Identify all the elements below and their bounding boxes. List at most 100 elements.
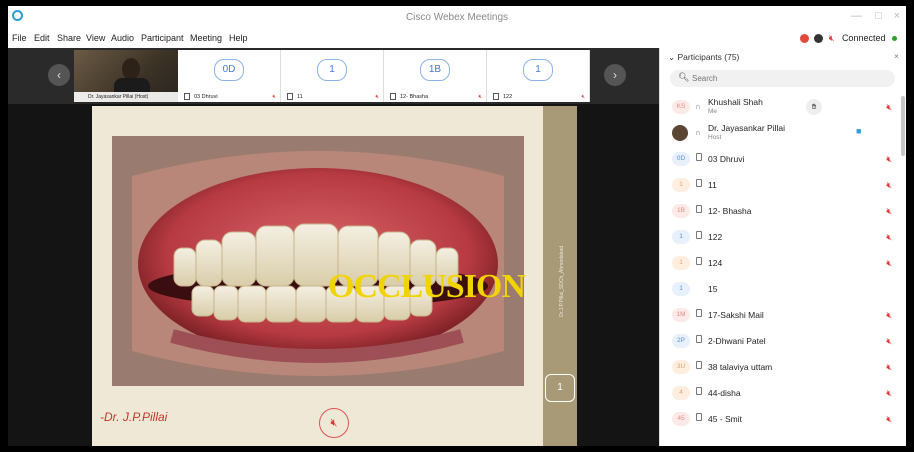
participant-photo-avatar	[672, 125, 688, 141]
mic-muted-icon: 🔇︎	[581, 94, 585, 100]
window-title: Cisco Webex Meetings	[405, 12, 509, 23]
participant-avatar: 1M	[672, 308, 690, 322]
device-icon	[696, 179, 702, 187]
raise-hand-icon[interactable]: ✋︎	[806, 99, 822, 115]
participant-row[interactable]: 1 15	[660, 276, 900, 302]
mic-muted-icon[interactable]: 🔇︎	[886, 336, 892, 347]
participant-row[interactable]: 0D 03 Dhruvi 🔇︎	[660, 146, 900, 172]
mic-muted-icon[interactable]: 🔇︎	[886, 102, 892, 113]
participant-row[interactable]: 1 122 🔇︎	[660, 224, 900, 250]
slide-author: -Dr. J.P.Pillai	[100, 410, 168, 424]
slide-title-occlusion: OCCLUSION	[328, 268, 526, 305]
participants-count-label: Participants (75)	[677, 52, 740, 62]
device-icon	[390, 93, 396, 101]
device-icon	[184, 93, 190, 101]
close-panel-icon[interactable]: ×	[894, 51, 899, 61]
mic-muted-icon[interactable]: 🔇︎	[886, 154, 892, 165]
video-tile-name: Dr. Jayasankar Pillai (Host)	[88, 94, 149, 100]
scrollbar[interactable]	[901, 96, 905, 156]
tile-caption: 11 🔇︎	[281, 92, 383, 102]
mic-muted-icon[interactable]: 🔇︎	[829, 33, 835, 43]
participant-name: 17-Sakshi Mail	[708, 310, 764, 320]
search-input[interactable]	[692, 72, 882, 84]
participant-avatar: 1	[672, 282, 690, 296]
menu-view[interactable]: View	[86, 33, 105, 43]
close-button[interactable]: ×	[894, 10, 900, 22]
participant-row[interactable]: 1M 17-Sakshi Mail 🔇︎	[660, 302, 900, 328]
participant-name: 2-Dhwani Patel	[708, 336, 766, 346]
menu-audio[interactable]: Audio	[111, 33, 134, 43]
menu-share[interactable]: Share	[57, 33, 81, 43]
participant-name: 124	[708, 258, 723, 268]
participant-row[interactable]: 1B 12- Bhasha 🔇︎	[660, 198, 900, 224]
content-stage: ‹ Dr. Jayasankar Pillai (Host) 0D 03 Dhr…	[8, 48, 659, 446]
mic-muted-icon[interactable]: 🔇︎	[886, 310, 892, 321]
search-icon: 🔍︎	[678, 72, 690, 82]
device-icon	[696, 205, 702, 213]
strip-tile[interactable]: 1B 12- Bhasha 🔇︎	[384, 50, 487, 102]
mic-muted-icon[interactable]: 🔇︎	[886, 232, 892, 243]
strip-tile[interactable]: 1 122 🔇︎	[487, 50, 590, 102]
participant-name: 38 talaviya uttam	[708, 362, 773, 372]
mic-muted-icon[interactable]: 🔇︎	[886, 388, 892, 399]
participant-row[interactable]: ∩ Dr. Jayasankar Pillai Host ■	[660, 120, 900, 146]
strip-prev-button[interactable]: ‹	[48, 64, 70, 86]
mic-muted-icon: 🔇︎	[478, 94, 482, 100]
participant-row[interactable]: 45 45 - Smit 🔇︎	[660, 406, 900, 432]
tile-avatar: 1	[523, 59, 553, 81]
mic-muted-icon[interactable]: 🔇︎	[886, 180, 892, 191]
mic-muted-icon[interactable]: 🔇︎	[886, 362, 892, 373]
strip-next-button[interactable]: ›	[604, 64, 626, 86]
mic-muted-icon[interactable]: 🔇︎	[886, 206, 892, 217]
participants-panel: ⌄ Participants (75) × 🔍︎ KS ∩ Khushali S…	[659, 48, 906, 446]
participant-row[interactable]: 4 44-disha 🔇︎	[660, 380, 900, 406]
menu-meeting[interactable]: Meeting	[190, 33, 222, 43]
participants-header: ⌄ Participants (75) ×	[660, 48, 906, 66]
tile-avatar: 0D	[214, 59, 244, 81]
participant-row[interactable]: 3U 38 talaviya uttam 🔇︎	[660, 354, 900, 380]
participant-name: 11	[708, 180, 717, 190]
device-icon	[287, 93, 293, 101]
tile-caption: 12- Bhasha 🔇︎	[384, 92, 486, 102]
menu-participant[interactable]: Participant	[141, 33, 184, 43]
mic-muted-icon[interactable]: 🔇︎	[886, 414, 892, 425]
device-icon	[696, 231, 702, 239]
participant-strip: ‹ Dr. Jayasankar Pillai (Host) 0D 03 Dhr…	[8, 48, 659, 104]
participant-avatar: 1	[672, 256, 690, 270]
title-bar: Cisco Webex Meetings — □ ×	[8, 6, 906, 30]
tile-avatar: 1B	[420, 59, 450, 81]
video-tile-host[interactable]: Dr. Jayasankar Pillai (Host)	[74, 50, 178, 102]
participant-avatar: 1B	[672, 204, 690, 218]
tile-name: 122	[503, 94, 513, 100]
participant-search[interactable]: 🔍︎	[670, 70, 895, 87]
audio-device-icon[interactable]	[814, 34, 824, 44]
participant-row[interactable]: KS ∩ Khushali Shah Me ✋︎ 🔇︎	[660, 94, 900, 120]
participant-row[interactable]: 1 124 🔇︎	[660, 250, 900, 276]
mic-muted-icon[interactable]: 🔇︎	[886, 258, 892, 269]
participant-name: 45 - Smit	[708, 414, 743, 424]
mute-toggle-button[interactable]: 🔇︎	[319, 408, 349, 438]
host-video-face	[122, 58, 140, 80]
webex-window: Cisco Webex Meetings — □ × File Edit Sha…	[8, 6, 906, 446]
menu-file[interactable]: File	[12, 33, 27, 43]
device-icon	[696, 309, 702, 317]
shared-slide: Dr.J.P.Pillai_SDCh_Ahmedabad 1 OCCLUSION…	[92, 106, 577, 446]
minimize-button[interactable]: —	[851, 10, 862, 22]
headset-icon: ∩	[695, 128, 701, 137]
strip-tile[interactable]: 1 11 🔇︎	[281, 50, 384, 102]
maximize-button[interactable]: □	[875, 10, 882, 22]
participants-title[interactable]: ⌄ Participants (75)	[668, 52, 739, 63]
tile-caption: 122 🔇︎	[487, 92, 589, 102]
menu-help[interactable]: Help	[229, 33, 248, 43]
menu-edit[interactable]: Edit	[34, 33, 50, 43]
strip-tile[interactable]: 0D 03 Dhruvi 🔇︎	[178, 50, 281, 102]
participant-row[interactable]: 2P 2-Dhwani Patel 🔇︎	[660, 328, 900, 354]
participant-avatar: 45	[672, 412, 690, 426]
device-icon	[696, 413, 702, 421]
dental-photo	[112, 136, 524, 386]
participant-name: 03 Dhruvi	[708, 154, 745, 164]
participant-row[interactable]: 1 11 🔇︎	[660, 172, 900, 198]
record-icon[interactable]	[799, 34, 809, 44]
participant-avatar: 3U	[672, 360, 690, 374]
video-camera-icon[interactable]: ■	[856, 126, 861, 136]
